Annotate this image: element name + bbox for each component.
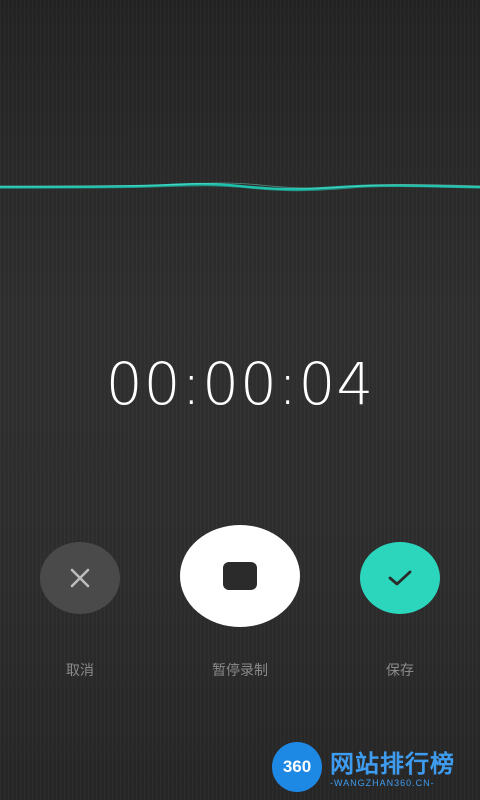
save-button[interactable]	[360, 542, 440, 614]
watermark-logo: 360 网站排行榜 -WANGZHAN360.CN-	[272, 738, 472, 796]
watermark-badge: 360	[272, 742, 322, 792]
waveform-visualizer	[0, 182, 480, 192]
close-icon	[70, 568, 90, 588]
stop-recording-button[interactable]	[180, 525, 300, 627]
watermark-title: 网站排行榜	[330, 750, 455, 778]
recorder-screen: 00:00:04 取消 暂停录制 保存 360 网站排行榜 -WANGZHAN3…	[0, 0, 480, 800]
cancel-button[interactable]	[40, 542, 120, 614]
cancel-label: 取消	[66, 663, 94, 679]
checkmark-icon	[388, 570, 412, 586]
elapsed-timer: 00:00:04	[105, 350, 375, 418]
watermark-subtitle: -WANGZHAN360.CN-	[330, 778, 435, 788]
stop-icon	[223, 562, 257, 590]
save-label: 保存	[386, 663, 414, 679]
pause-recording-label: 暂停录制	[212, 663, 268, 679]
